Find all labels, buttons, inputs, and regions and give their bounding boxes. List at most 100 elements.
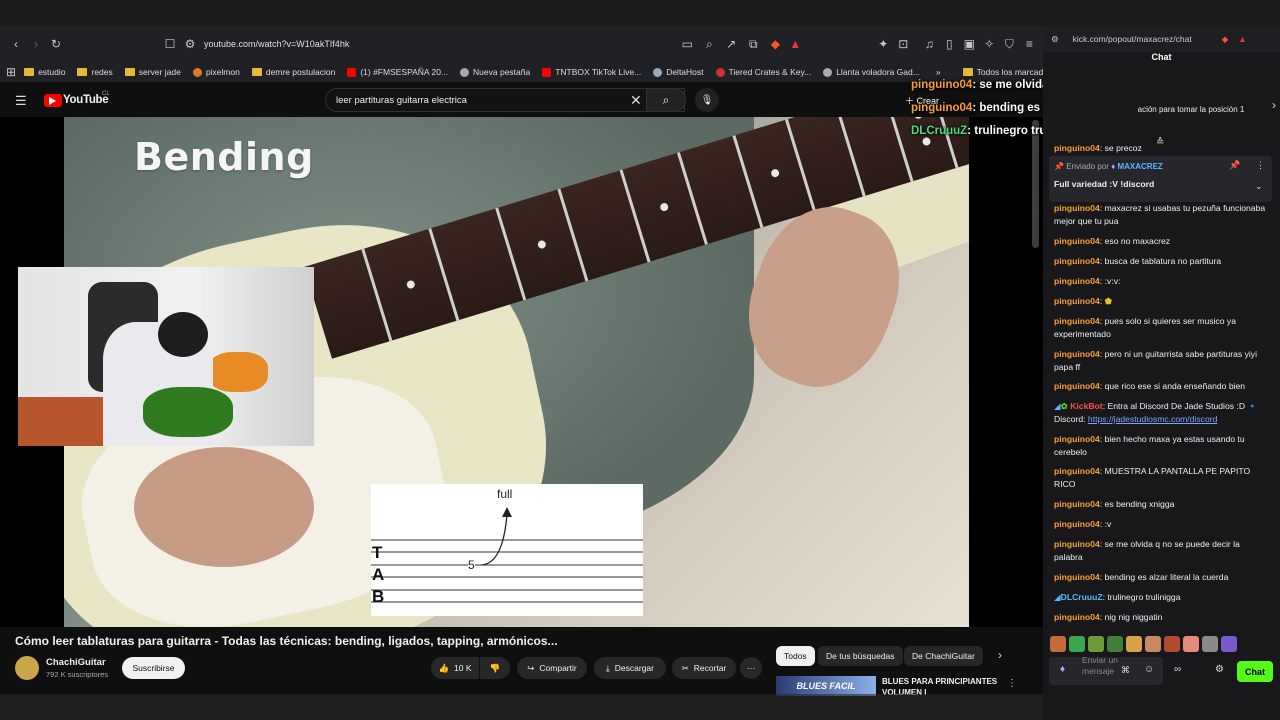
forward-icon[interactable]: › <box>28 36 44 52</box>
chat-gear-icon[interactable]: ⚙ <box>1215 664 1224 675</box>
more-actions-button[interactable]: ⋯ <box>740 657 762 679</box>
sidebar-icon[interactable]: ▯ <box>941 36 957 52</box>
channel-avatar[interactable] <box>15 656 39 680</box>
folder-icon <box>124 68 135 76</box>
recommended-thumbnail[interactable]: BLUES FACIL <box>776 676 876 696</box>
zoom-icon[interactable]: ⌕ <box>701 36 717 52</box>
emote-icon[interactable] <box>1221 636 1237 652</box>
clip-button[interactable]: ✂ Recortar <box>672 657 736 679</box>
share-icon[interactable]: ↗ <box>723 36 739 52</box>
screenshot-icon[interactable]: ⊡ <box>895 36 911 52</box>
emote-icon[interactable] <box>1050 636 1066 652</box>
emote-icon[interactable] <box>1107 636 1123 652</box>
share-arrow-icon: ↪ <box>527 662 535 673</box>
bookmark-demre[interactable]: demre postulacion <box>251 67 335 77</box>
menu-icon[interactable]: ≡ <box>1021 36 1037 52</box>
search-button[interactable]: ⌕ <box>646 88 686 112</box>
emote-icon[interactable] <box>1145 636 1161 652</box>
command-icon[interactable]: ⌘ <box>1121 665 1130 676</box>
wallet-icon[interactable]: ▣ <box>961 36 977 52</box>
emote-icon[interactable] <box>1088 636 1104 652</box>
site-settings-icon[interactable]: ⚙ <box>182 36 198 52</box>
globe-icon <box>823 67 833 77</box>
bookmark-icon[interactable]: ☐ <box>162 36 178 52</box>
brave-shield-icon[interactable]: ◆ <box>1222 34 1229 45</box>
chat-message: pinguino04: bien hecho maxa ya estas usa… <box>1054 434 1245 457</box>
channel-name[interactable]: ChachiGuitar <box>46 657 106 668</box>
mod-badge-icon: ♦ <box>1111 162 1116 171</box>
bookmark-llanta[interactable]: Llanta voladora Gad... <box>823 67 920 77</box>
music-icon[interactable]: ♫ <box>921 36 937 52</box>
chat-expand-icon[interactable]: › <box>1272 98 1276 112</box>
subscribe-button[interactable]: Suscribirse <box>122 657 185 679</box>
bookmark-server-jade[interactable]: server jade <box>124 67 181 77</box>
fret <box>619 169 651 263</box>
pinned-more-icon[interactable]: ⋮ <box>1256 160 1265 171</box>
back-icon[interactable]: ‹ <box>8 36 24 52</box>
like-button[interactable]: 👍 10 K <box>431 657 479 679</box>
bookmarks-overflow-icon[interactable]: » <box>936 67 941 77</box>
share-button[interactable]: ↪ Compartir <box>517 657 587 679</box>
brave-shield-icon[interactable]: ◆ <box>767 36 783 52</box>
clear-search-icon[interactable]: ✕ <box>630 92 642 109</box>
cast-icon[interactable]: ▭ <box>679 36 695 52</box>
hamburger-menu-icon[interactable]: ☰ <box>15 93 27 109</box>
chat-message: pinguino04: MUESTRA LA PANTALLA PE PAPIT… <box>1054 466 1251 489</box>
extensions-icon[interactable]: ✦ <box>875 36 891 52</box>
fret-inlay <box>405 279 416 290</box>
pinned-chevron-down-icon[interactable]: ⌄ <box>1255 181 1263 192</box>
bend-arrow-icon <box>502 507 512 517</box>
emoji-icon[interactable]: ☺ <box>1144 664 1154 675</box>
emote-icon[interactable] <box>1202 636 1218 652</box>
bookmark-nueva-pestana[interactable]: Nueva pestaña <box>460 67 530 77</box>
emote-icon[interactable] <box>1069 636 1085 652</box>
chip-todos[interactable]: Todos <box>776 646 815 666</box>
dislike-button[interactable]: 👎 <box>480 657 510 679</box>
folder-icon <box>251 68 262 76</box>
chat-message: pinguino04: ⬟ <box>1054 296 1113 306</box>
chat-message: pinguino04: es bending xnigga <box>1054 499 1175 509</box>
emote-icon[interactable] <box>1183 636 1199 652</box>
bookmark-deltahost[interactable]: DeltaHost <box>653 67 704 77</box>
bookmark-fms[interactable]: (1) #FMSESPAÑA 20... <box>347 67 448 77</box>
copy-icon[interactable]: ⧉ <box>745 36 761 52</box>
search-icon: ⌕ <box>662 92 670 107</box>
chip-de-tus-busquedas[interactable]: De tus búsquedas <box>818 646 903 666</box>
apps-icon[interactable]: ⊞ <box>6 64 16 80</box>
chat-message: pinguino04: :v:v: <box>1054 276 1121 286</box>
pinned-text: Full variedad :V !discord <box>1054 179 1155 189</box>
more-dots-icon: ⋯ <box>746 662 756 673</box>
thumbs-down-icon: 👎 <box>489 662 501 673</box>
chat-message: pinguino04: se me olvida q no se puede d… <box>1054 539 1240 562</box>
bookmark-pixelmon[interactable]: pixelmon <box>192 67 240 77</box>
bookmark-redes[interactable]: redes <box>77 67 113 77</box>
emote-icon[interactable] <box>1126 636 1142 652</box>
bookmark-estudio[interactable]: estudio <box>24 67 65 77</box>
thumbs-up-icon: 👍 <box>438 662 450 673</box>
kicks-icon[interactable]: ∞ <box>1174 664 1181 675</box>
page-scrollbar[interactable] <box>1032 120 1039 248</box>
chat-settings-icon[interactable]: ⚙ <box>1051 34 1059 45</box>
tab-fret-number: 5 <box>468 558 475 572</box>
emote-icon[interactable] <box>1164 636 1180 652</box>
brave-rewards-icon[interactable]: ▲ <box>1238 34 1246 44</box>
chip-de-chachiguitar[interactable]: De ChachiGuitar <box>904 646 983 666</box>
reload-icon[interactable]: ↻ <box>48 36 64 52</box>
address-bar[interactable]: youtube.com/watch?v=W10akTIf4hk <box>204 39 349 49</box>
bookmark-tiered-crates[interactable]: Tiered Crates & Key... <box>715 67 811 77</box>
chat-message: pinguino04: busca de tablatura no partit… <box>1054 256 1222 266</box>
chat-popout-url: kick.com/popout/maxacrez/chat <box>1072 34 1192 44</box>
download-button[interactable]: ⤓ Descargar <box>594 657 666 679</box>
brave-rewards-icon[interactable]: ▲ <box>787 36 803 52</box>
send-chat-button[interactable]: Chat <box>1237 661 1273 682</box>
recommended-more-icon[interactable]: ⋮ <box>1007 678 1017 689</box>
chips-next-icon[interactable]: › <box>998 648 1002 662</box>
mod-shield-icon[interactable]: ♦ <box>1060 664 1065 675</box>
bookmark-tntbox[interactable]: TNTBOX TikTok Live... <box>542 67 641 77</box>
discord-link[interactable]: https://jadestudiosmc.com/discord <box>1088 414 1217 424</box>
pin-icon[interactable]: 📌 <box>1229 160 1240 171</box>
vpn-icon[interactable]: ⛉ <box>1001 36 1017 52</box>
chat-message: pinguino04: eso no maxacrez <box>1054 236 1171 246</box>
voice-search-icon[interactable]: 🎙 <box>695 88 719 112</box>
leo-icon[interactable]: ✧ <box>981 36 997 52</box>
